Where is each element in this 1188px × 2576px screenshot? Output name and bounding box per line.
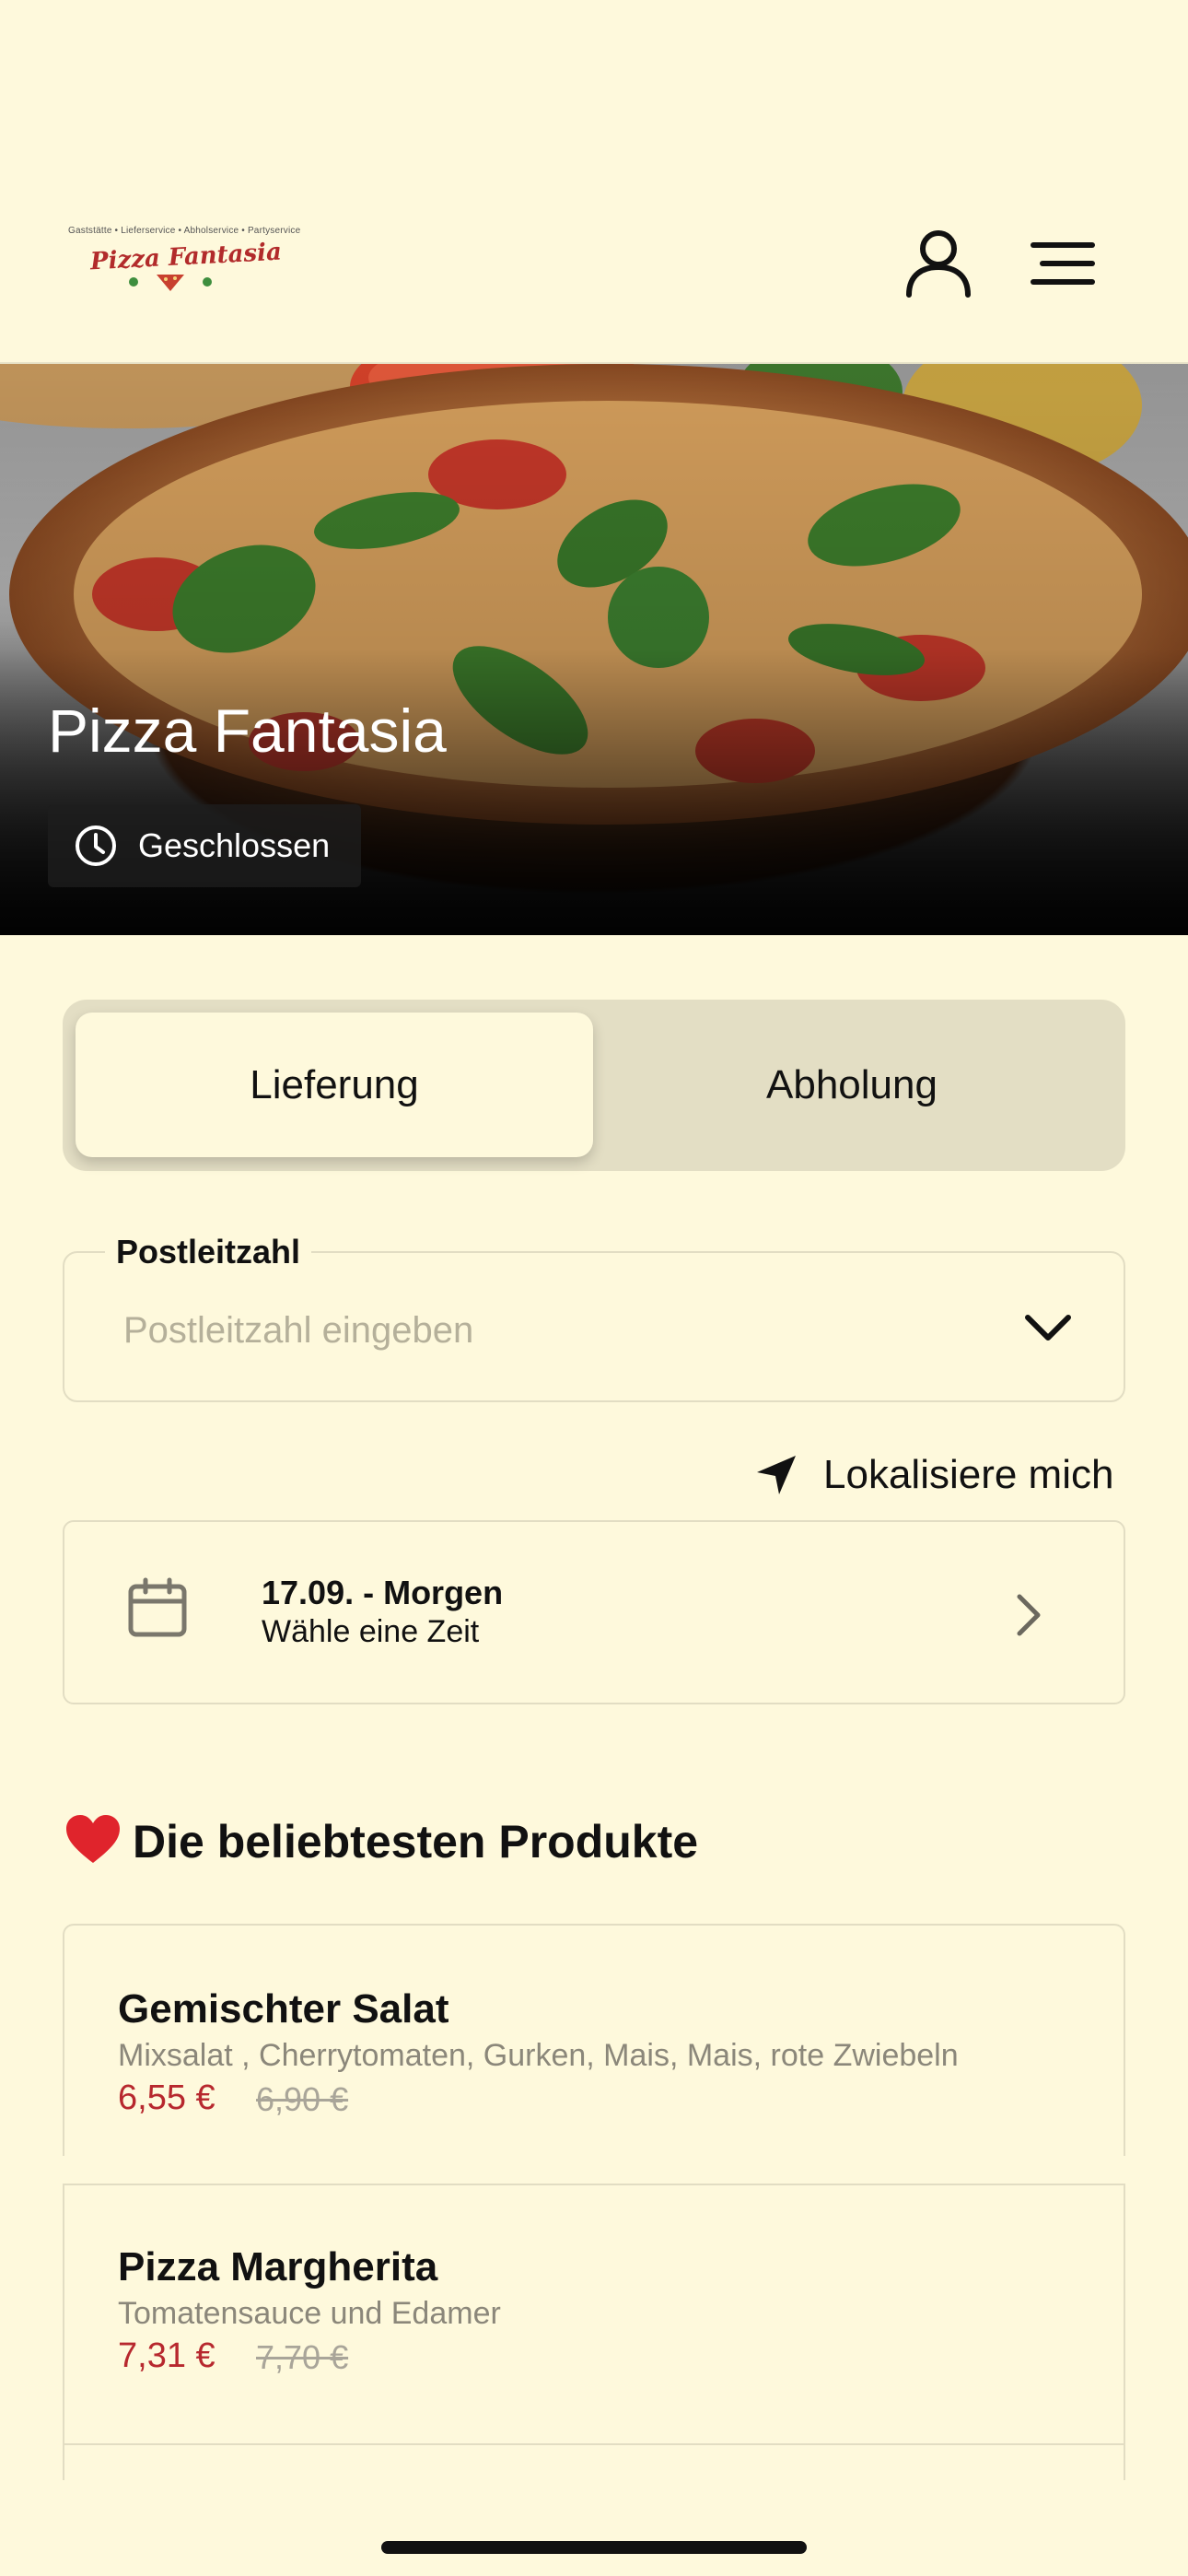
chevron-right-icon [1017, 1594, 1041, 1636]
product-name: Gemischter Salat [118, 1986, 449, 2032]
restaurant-title: Pizza Fantasia [48, 697, 447, 765]
postleitzahl-placeholder: Postleitzahl eingeben [123, 1310, 474, 1351]
popular-products-title: Die beliebtesten Produkte [133, 1816, 699, 1868]
time-prompt: Wähle eine Zeit [262, 1614, 480, 1649]
locate-me-label: Lokalisiere mich [823, 1452, 1114, 1497]
product-card[interactable]: Gemischter Salat Mixsalat , Cherrytomate… [63, 1924, 1125, 2156]
status-label: Geschlossen [138, 826, 331, 864]
calendar-icon [128, 1577, 187, 1637]
home-indicator[interactable] [381, 2541, 807, 2554]
product-description: Tomatensauce und Edamer [118, 2296, 501, 2331]
delivery-time-picker[interactable]: 17.09. - Morgen Wähle eine Zeit [63, 1520, 1125, 1704]
hero-banner: Pizza Fantasia Geschlossen [0, 364, 1188, 935]
heart-icon [66, 1815, 120, 1863]
locate-me-button[interactable]: Lokalisiere mich [755, 1446, 1125, 1507]
product-price: 7,31 € [118, 2336, 215, 2375]
postleitzahl-label: Postleitzahl [105, 1233, 312, 1271]
product-old-price: 7,70 € [256, 2338, 349, 2376]
brand-logo[interactable]: Gaststätte • Lieferservice • Abholservic… [64, 221, 300, 295]
logo-pizza-icon [129, 275, 212, 291]
menu-icon[interactable] [1030, 240, 1096, 287]
product-name: Pizza Margherita [118, 2244, 438, 2289]
date-label: 17.09. - Morgen [262, 1574, 504, 1611]
product-description: Mixsalat , Cherrytomaten, Gurken, Mais, … [118, 2038, 959, 2073]
user-icon[interactable] [903, 227, 974, 299]
product-old-price: 6,90 € [256, 2080, 349, 2118]
chevron-down-icon [1025, 1315, 1071, 1341]
order-mode-toggle: Lieferung Abholung [63, 1000, 1125, 1171]
postleitzahl-select[interactable]: Postleitzahl Postleitzahl eingeben [63, 1233, 1125, 1402]
tab-abholung[interactable]: Abholung [593, 1000, 1111, 1171]
location-arrow-icon [757, 1456, 796, 1494]
clock-icon [76, 825, 116, 866]
product-price: 6,55 € [118, 2078, 215, 2117]
app-header: Gaststätte • Lieferservice • Abholservic… [0, 0, 1188, 364]
status-badge: Geschlossen [48, 804, 361, 887]
product-divider [64, 2443, 1124, 2445]
product-card[interactable]: Pizza Margherita Tomatensauce und Edamer… [63, 2184, 1125, 2480]
popular-products-heading: Die beliebtesten Produkte [64, 1813, 698, 1868]
tab-lieferung[interactable]: Lieferung [76, 1000, 593, 1171]
